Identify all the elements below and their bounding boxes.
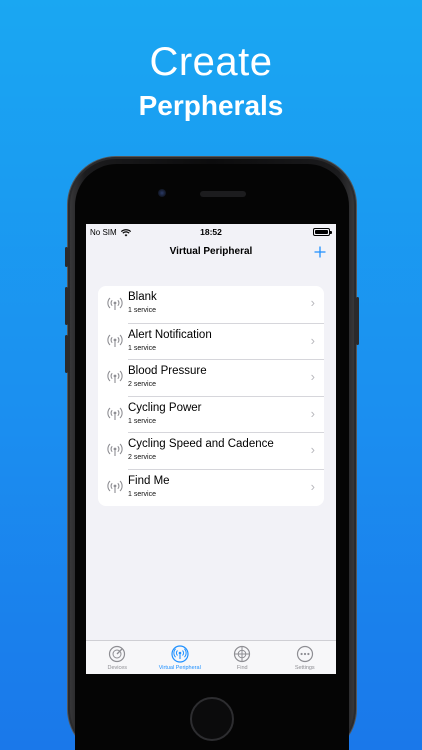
nav-title: Virtual Peripheral [169,246,253,257]
peripheral-name: Alert Notification [128,328,212,341]
peripheral-name: Find Me [128,474,170,487]
broadcast-icon [107,370,123,384]
peripheral-service-count: 2 service [128,454,157,462]
peripheral-list: Blank 1 service › Alert Notification 1 s… [98,286,324,506]
chevron-right-icon: › [310,442,315,458]
crosshair-icon [233,645,251,663]
earpiece [200,191,246,197]
peripheral-row[interactable]: Blood Pressure 2 service › [98,359,324,396]
power-button [356,297,359,345]
tab-label: Settings [294,665,315,671]
broadcast-icon [107,407,123,420]
chevron-right-icon: › [310,332,315,348]
broadcast-icon [107,443,123,457]
volume-up-button [65,287,68,325]
broadcast-icon [107,480,123,493]
peripheral-row[interactable]: Cycling Speed and Cadence 2 service › [98,432,324,469]
tab-settings[interactable]: Settings [274,641,337,674]
tab-label: Devices [107,665,128,671]
status-time: 18:52 [200,227,222,237]
peripheral-name: Blood Pressure [128,365,207,378]
broadcast-icon [107,297,123,310]
peripheral-service-count: 1 service [128,307,157,314]
broadcast-icon [107,334,123,347]
front-camera [158,189,166,197]
tab-label: Virtual Peripheral [158,665,201,671]
mute-switch [65,247,68,267]
peripheral-service-count: 1 service [128,344,157,352]
volume-down-button [65,335,68,373]
navigation-bar: Virtual Peripheral [86,240,336,266]
plus-icon [314,246,326,258]
peripheral-row[interactable]: Cycling Power 1 service › [98,395,324,433]
chevron-right-icon: › [310,478,315,494]
peripheral-row[interactable]: Find Me 1 service › [98,468,324,506]
peripheral-name: Cycling Power [128,401,202,414]
app-screen: No SIM 18:52 Virtual Peripheral Blank 1 … [86,224,336,674]
peripheral-row[interactable]: Blank 1 service › [98,286,324,323]
peripheral-name: Cycling Speed and Cadence [128,438,274,451]
add-peripheral-button[interactable] [314,242,326,261]
promo-headline: Create [149,40,273,84]
promo-subheadline: Perpherals [138,90,284,121]
tab-devices[interactable]: Devices [86,641,149,674]
more-icon [296,645,314,663]
radar-icon [108,645,126,663]
peripheral-service-count: 1 service [128,417,157,425]
peripheral-service-count: 1 service [128,490,157,498]
chevron-right-icon: › [310,295,315,310]
home-button [190,697,234,741]
broadcast-icon [171,645,189,663]
tab-find[interactable]: Find [211,641,274,674]
status-bar: No SIM 18:52 [86,224,336,240]
chevron-right-icon: › [310,369,315,385]
tab-label: Find [236,665,248,671]
peripheral-name: Blank [128,291,157,303]
chevron-right-icon: › [310,405,315,421]
battery-icon [313,228,332,236]
tab-bar: Devices Virtual Peripheral Find Settings [86,640,336,674]
peripheral-service-count: 2 service [128,381,157,389]
tab-virtual-peripheral[interactable]: Virtual Peripheral [149,641,212,674]
peripheral-row[interactable]: Alert Notification 1 service › [98,322,324,360]
